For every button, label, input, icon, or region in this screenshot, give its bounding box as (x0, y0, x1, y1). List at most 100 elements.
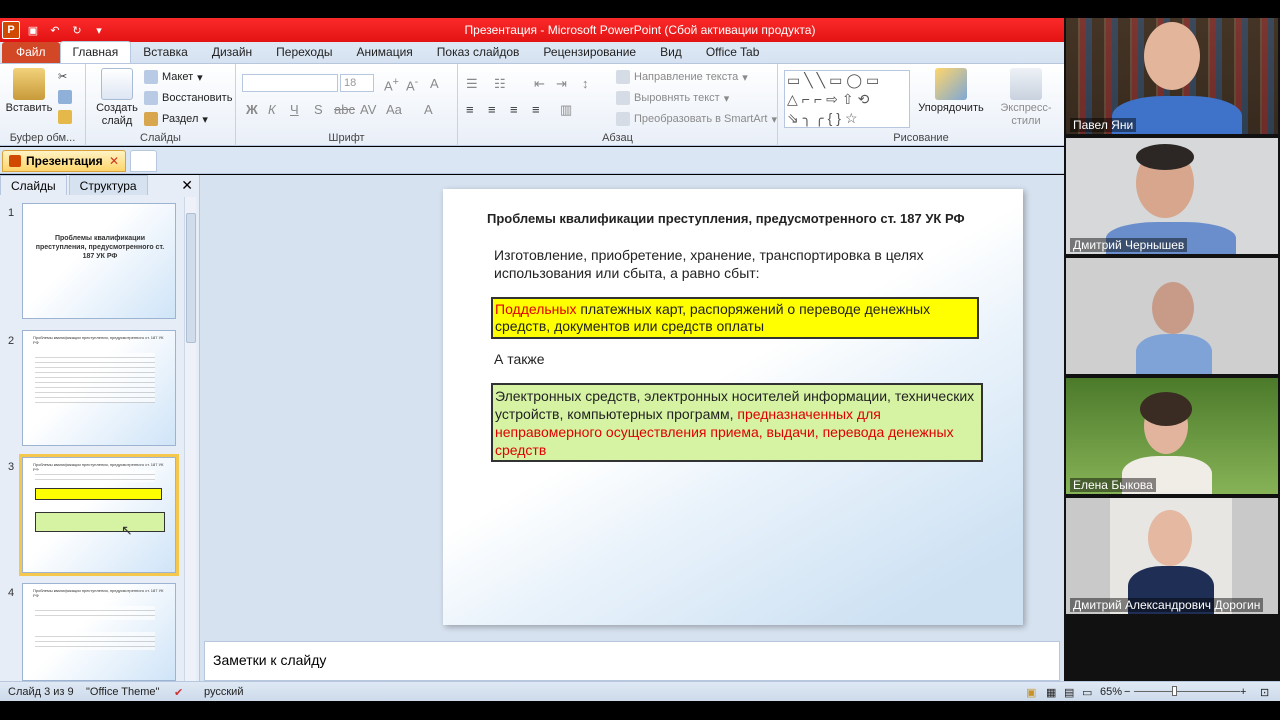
align-right-icon[interactable]: ≡ (510, 102, 518, 117)
tab-animation[interactable]: Анимация (344, 42, 424, 63)
tab-insert[interactable]: Вставка (131, 42, 200, 63)
participant-hair (1140, 392, 1192, 426)
section-label: Раздел (162, 113, 199, 125)
smartart-button[interactable]: Преобразовать в SmartArt ▾ (616, 112, 777, 126)
slide-thumbnail-2[interactable]: Проблемы квалификации преступления, пред… (22, 330, 176, 446)
slide-thumbnail-1[interactable]: Проблемы квалификации преступления, пред… (22, 203, 176, 319)
columns-icon[interactable]: ▥ (560, 102, 572, 118)
align-center-icon[interactable]: ≡ (488, 102, 496, 117)
also-text[interactable]: А также (494, 351, 545, 367)
normal-view-icon[interactable]: ▣ (1026, 686, 1036, 699)
slide-counter: Слайд 3 из 9 (8, 686, 74, 698)
font-size-box[interactable]: 18 (340, 74, 374, 92)
zoom-slider-thumb[interactable] (1172, 686, 1177, 696)
tab-design[interactable]: Дизайн (200, 42, 264, 63)
slide-sorter-icon[interactable]: ▦ (1046, 686, 1056, 699)
justify-icon[interactable]: ≡ (532, 102, 540, 117)
slide-thumbnail-3[interactable]: Проблемы квалификации преступления, пред… (19, 454, 179, 576)
tab-file[interactable]: Файл (2, 42, 60, 63)
new-slide-button[interactable]: Создать слайд (94, 68, 140, 128)
document-tab[interactable]: Презентация ✕ (2, 150, 126, 172)
tab-slides[interactable]: Слайды (0, 175, 67, 195)
spellcheck-icon[interactable]: ✔ (174, 686, 183, 699)
zoom-out-icon[interactable]: − (1124, 686, 1130, 698)
cut-button[interactable]: ✂ (58, 70, 72, 84)
underline-icon[interactable]: Ч (290, 102, 299, 117)
ribbon-tabs: Файл Главная Вставка Дизайн Переходы Ани… (0, 41, 1064, 64)
close-icon[interactable]: ✕ (109, 154, 119, 168)
tab-slideshow[interactable]: Показ слайдов (425, 42, 532, 63)
slideshow-view-icon[interactable]: ▭ (1082, 686, 1092, 699)
video-tile[interactable] (1066, 258, 1278, 374)
thumb-number: 1 (8, 207, 15, 219)
main-area: Слайды Структура ✕ 1 Проблемы квалификац… (0, 175, 1064, 681)
align-left-icon[interactable]: ≡ (466, 102, 474, 117)
align-text-button[interactable]: Выровнять текст ▾ (616, 91, 729, 105)
shapes-gallery[interactable]: ▭╲╲▭◯▭ △⌐⌐⇨⇧⟲ ⇘╮╭{}☆ (784, 70, 910, 128)
paste-button[interactable]: Вставить (4, 68, 54, 115)
quick-styles-button[interactable]: Экспресс-стили (988, 68, 1064, 128)
reset-button[interactable]: Восстановить (144, 91, 232, 105)
video-participants-panel: Павел Яни Дмитрий Чернышев Елена Быкова … (1064, 18, 1280, 681)
section-button[interactable]: Раздел ▾ (144, 112, 208, 126)
language-indicator[interactable]: русский (204, 686, 243, 698)
video-tile[interactable]: Дмитрий Чернышев (1066, 138, 1278, 254)
italic-icon[interactable]: К (268, 102, 276, 117)
zoom-in-icon[interactable]: + (1240, 686, 1246, 698)
participant-name: Дмитрий Чернышев (1070, 238, 1188, 252)
tab-outline[interactable]: Структура (68, 175, 148, 195)
indent-increase-icon[interactable]: ⇥ (556, 76, 567, 92)
reading-view-icon[interactable]: ▤ (1064, 686, 1074, 699)
change-case-icon[interactable]: Aa (386, 102, 402, 117)
slides-panel: Слайды Структура ✕ 1 Проблемы квалификац… (0, 175, 200, 681)
shadow-icon[interactable]: S (314, 102, 323, 117)
tab-transitions[interactable]: Переходы (264, 42, 344, 63)
layout-button[interactable]: Макет ▾ (144, 70, 203, 84)
line-spacing-icon[interactable]: ↕ (582, 76, 589, 91)
font-name-box[interactable] (242, 74, 338, 92)
bold-icon[interactable]: Ж (246, 102, 258, 117)
theme-name[interactable]: "Office Theme" (86, 686, 159, 698)
slide-title[interactable]: Проблемы квалификации преступления, пред… (487, 211, 965, 226)
text-direction-label: Направление текста (634, 71, 739, 83)
green-box-text: Электронных средств, электронных носител… (495, 388, 975, 422)
scrollbar-thumb[interactable] (186, 213, 196, 343)
numbering-icon[interactable]: ☷ (494, 76, 506, 92)
video-tile[interactable]: Павел Яни (1066, 18, 1278, 134)
video-tile[interactable]: Елена Быкова (1066, 378, 1278, 494)
tab-view[interactable]: Вид (648, 42, 694, 63)
slide-thumbnail-4[interactable]: Проблемы квалификации преступления, пред… (22, 583, 176, 681)
fit-to-window-icon[interactable]: ⊡ (1260, 686, 1269, 699)
slide-intro-text[interactable]: Изготовление, приобретение, хранение, тр… (494, 246, 964, 282)
group-drawing: ▭╲╲▭◯▭ △⌐⌐⇨⇧⟲ ⇘╮╭{}☆ Упорядочить Экспресс-… (778, 64, 1064, 146)
tab-office-tab[interactable]: Office Tab (694, 42, 772, 63)
video-tile[interactable]: Дмитрий Александрович Дорогин (1066, 498, 1278, 614)
grow-font-icon[interactable]: A+ (384, 76, 399, 93)
new-tab-button[interactable] (130, 150, 157, 172)
mouse-cursor-icon: ↖ (121, 522, 133, 538)
copy-button[interactable] (58, 90, 72, 104)
shrink-font-icon[interactable]: A- (406, 76, 418, 93)
bullets-icon[interactable]: ☰ (466, 76, 478, 92)
clear-format-icon[interactable]: A (430, 76, 439, 91)
spacing-icon[interactable]: AV (360, 102, 376, 117)
green-text-box[interactable]: Электронных средств, электронных носител… (491, 383, 983, 462)
tab-home[interactable]: Главная (59, 41, 132, 63)
current-slide[interactable]: Проблемы квалификации преступления, пред… (443, 189, 1023, 625)
zoom-slider-track[interactable] (1134, 691, 1240, 692)
arrange-button[interactable]: Упорядочить (918, 68, 984, 115)
text-direction-button[interactable]: Направление текста ▾ (616, 70, 748, 84)
thumbnail-scrollbar[interactable] (184, 197, 196, 681)
slide-notes-field[interactable]: Заметки к слайду (204, 641, 1060, 681)
font-group-label: Шрифт (328, 132, 365, 144)
font-color-icon[interactable]: A (424, 102, 433, 117)
strikethrough-icon[interactable]: abc (334, 102, 355, 117)
panel-close-icon[interactable]: ✕ (181, 177, 193, 194)
format-painter-button[interactable] (58, 110, 72, 124)
yellow-text-box[interactable]: Поддельных платежных карт, распоряжений … (491, 297, 979, 339)
new-slide-icon (101, 68, 133, 100)
presentation-icon (9, 155, 21, 167)
tab-review[interactable]: Рецензирование (531, 42, 648, 63)
indent-decrease-icon[interactable]: ⇤ (534, 76, 545, 92)
zoom-value[interactable]: 65% (1100, 686, 1122, 698)
